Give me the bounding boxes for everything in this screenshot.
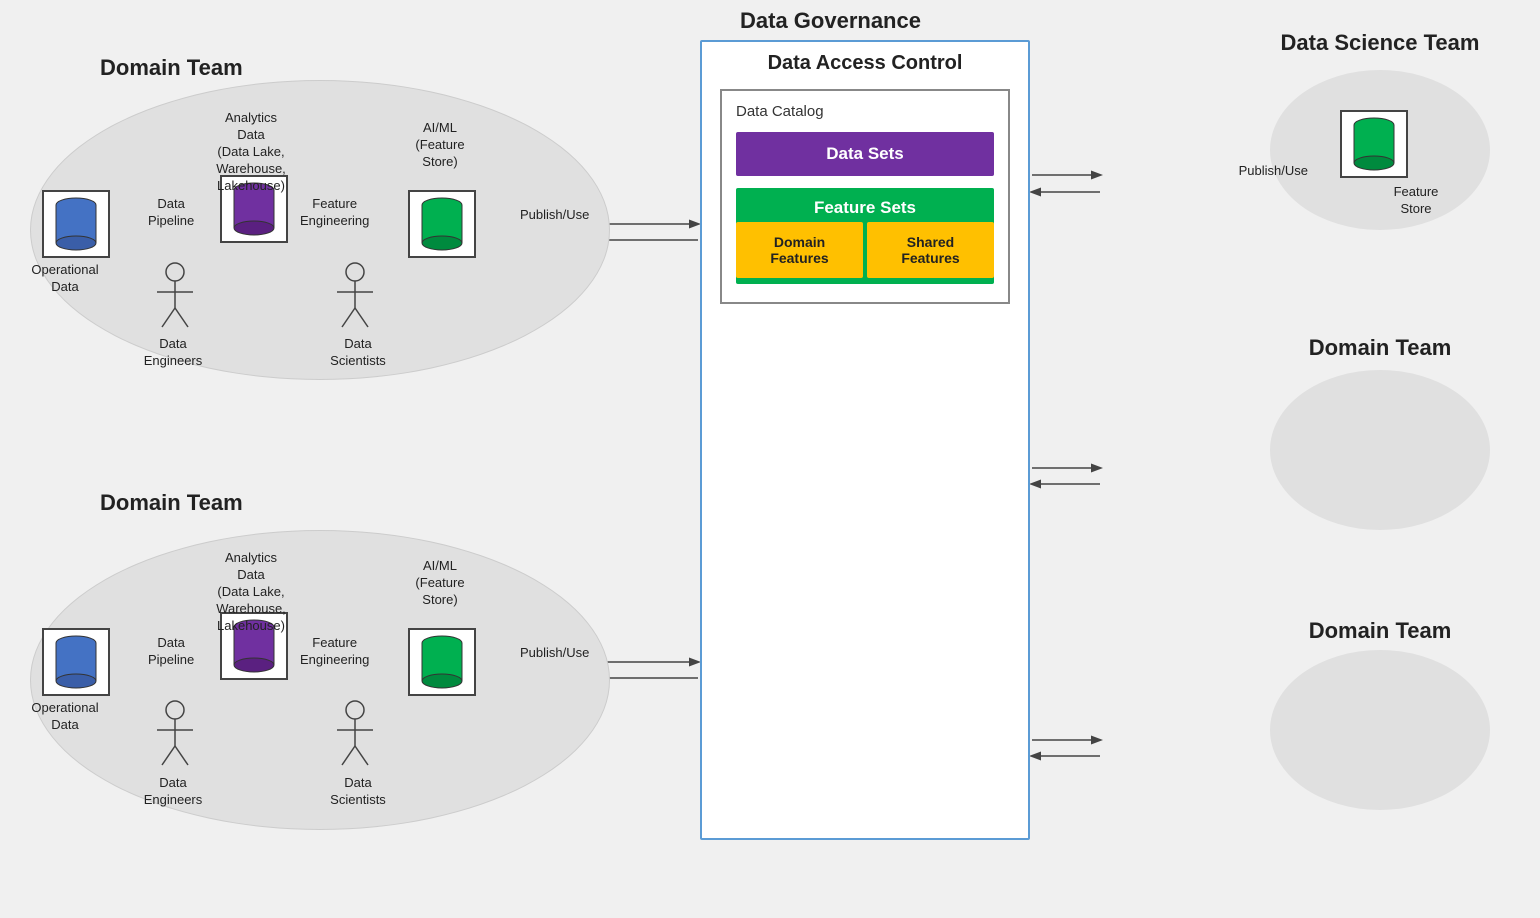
- diagram-container: Domain Team Domain Team Data Governance …: [0, 0, 1540, 918]
- feature-store-label-right: FeatureStore: [1376, 184, 1456, 218]
- data-pipeline-label-top: DataPipeline: [148, 196, 194, 230]
- data-pipeline-label-bottom: DataPipeline: [148, 635, 194, 669]
- aiml-box-top: [408, 190, 476, 258]
- publish-use-top-label: Publish/Use: [520, 207, 589, 222]
- blue-cylinder-bottom: [54, 635, 98, 689]
- domain-team-top-ellipse: [30, 80, 610, 380]
- analytics-data-label-top: AnalyticsData(Data Lake,Warehouse,Lakeho…: [196, 110, 306, 194]
- data-engineers-figure-bottom: [152, 700, 198, 775]
- operational-data-label-top: OperationalData: [20, 262, 110, 296]
- shared-features-box: SharedFeatures: [867, 222, 994, 278]
- governance-box: Data Access Control Data Catalog Data Se…: [700, 40, 1030, 840]
- aiml-box-bottom: [408, 628, 476, 696]
- data-scientists-figure-bottom: [332, 700, 378, 775]
- access-control-title: Data Access Control: [702, 52, 1028, 75]
- operational-data-box-bottom: [42, 628, 110, 696]
- domain-team-mid-circle: [1270, 370, 1490, 530]
- domain-team-top-title: Domain Team: [100, 55, 243, 81]
- green-cylinder-bottom: [420, 635, 464, 689]
- datasets-bar: Data Sets: [736, 132, 994, 176]
- data-engineers-figure-top: [152, 262, 198, 337]
- feature-engineering-label-top: FeatureEngineering: [300, 196, 369, 230]
- domain-team-bottom-title: Domain Team: [100, 490, 243, 516]
- publish-use-bottom-label: Publish/Use: [520, 645, 589, 660]
- data-governance-title: Data Governance: [740, 8, 921, 34]
- data-engineers-label-bottom: DataEngineers: [128, 775, 218, 809]
- catalog-title: Data Catalog: [736, 103, 994, 120]
- green-cylinder-top: [420, 197, 464, 251]
- green-cylinder-right: [1352, 117, 1396, 171]
- data-scientists-figure-top: [332, 262, 378, 337]
- aiml-label-bottom: AI/ML(FeatureStore): [390, 558, 490, 609]
- feature-sub-row: DomainFeatures SharedFeatures: [736, 222, 994, 278]
- domain-team-mid-title: Domain Team: [1270, 335, 1490, 361]
- analytics-data-label-bottom: AnalyticsData(Data Lake,Warehouse,Lakeho…: [196, 550, 306, 634]
- domain-team-bot-title: Domain Team: [1270, 618, 1490, 644]
- data-science-team-title: Data Science Team: [1270, 30, 1490, 56]
- feature-engineering-label-bottom: FeatureEngineering: [300, 635, 369, 669]
- feature-sets-bar: Feature Sets DomainFeatures SharedFeatur…: [736, 188, 994, 284]
- domain-team-bot-circle: [1270, 650, 1490, 810]
- data-scientists-label-top: DataScientists: [308, 336, 408, 370]
- catalog-box: Data Catalog Data Sets Feature Sets Doma…: [720, 89, 1010, 304]
- feature-store-box-right: [1340, 110, 1408, 178]
- aiml-label-top: AI/ML(FeatureStore): [390, 120, 490, 171]
- data-engineers-label-top: DataEngineers: [128, 336, 218, 370]
- operational-data-label-bottom: OperationalData: [20, 700, 110, 734]
- data-scientists-label-bottom: DataScientists: [308, 775, 408, 809]
- operational-data-box-top: [42, 190, 110, 258]
- domain-features-box: DomainFeatures: [736, 222, 863, 278]
- publish-use-right-label: Publish/Use: [1239, 163, 1308, 178]
- blue-cylinder-top: [54, 197, 98, 251]
